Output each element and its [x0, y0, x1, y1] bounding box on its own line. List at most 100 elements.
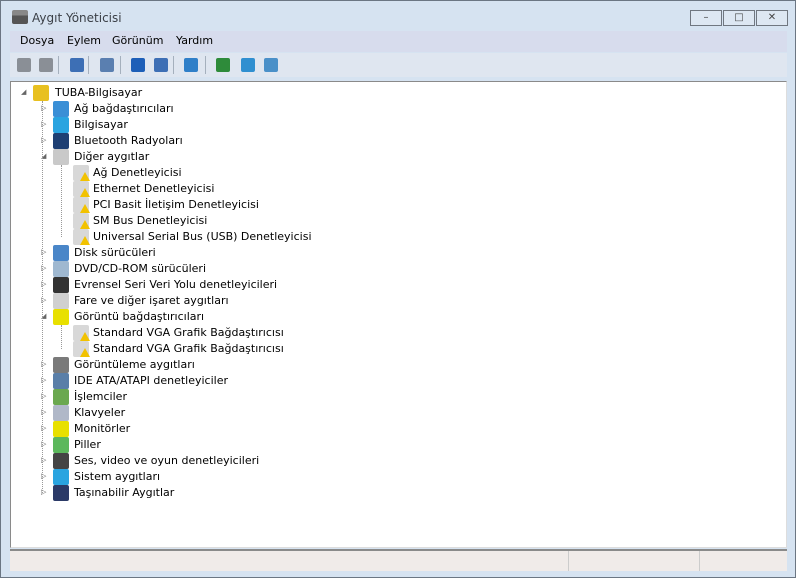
tree-item-label: Ethernet Denetleyicisi	[93, 182, 215, 195]
properties-icon	[100, 58, 114, 72]
tree-device[interactable]: Standard VGA Grafik Bağdaştırıcısı	[11, 341, 781, 357]
tree-device[interactable]: Ethernet Denetleyicisi	[11, 181, 781, 197]
tree-item-label: Görüntüleme aygıtları	[74, 358, 195, 371]
minimize-button[interactable]: –	[690, 10, 722, 26]
tree-item-label: Bluetooth Radyoları	[74, 134, 183, 147]
tree-item-label: Görüntü bağdaştırıcıları	[74, 310, 205, 323]
tree-category[interactable]: ▷ Görüntüleme aygıtları	[11, 357, 781, 373]
warning-device-icon	[73, 165, 90, 181]
close-button[interactable]: ✕	[756, 10, 788, 26]
tree-category[interactable]: ▷ Ağ bağdaştırıcıları	[11, 101, 781, 117]
update-driver-icon	[216, 58, 230, 72]
status-bar	[10, 549, 787, 571]
tree-category[interactable]: ◢ Diğer aygıtlar	[11, 149, 781, 165]
tree-item-label: IDE ATA/ATAPI denetleyiciler	[74, 374, 229, 387]
tree-category[interactable]: ▷ Bluetooth Radyoları	[11, 133, 781, 149]
window-title: Aygıt Yöneticisi	[32, 11, 122, 25]
tree-item-label: Bilgisayar	[74, 118, 128, 131]
device-manager-window: Aygıt Yöneticisi – □ ✕ Dosya Eylem Görün…	[0, 0, 796, 578]
disable-device-button[interactable]	[239, 56, 257, 74]
tree-category[interactable]: ▷ Sistem aygıtları	[11, 469, 781, 485]
menu-gorunum[interactable]: Görünüm	[112, 34, 163, 47]
tree-item-label: DVD/CD-ROM sürücüleri	[74, 262, 207, 275]
tree-category[interactable]: ▷ Monitörler	[11, 421, 781, 437]
tree-category[interactable]: ▷ Taşınabilir Aygıtlar	[11, 485, 781, 501]
tree-device[interactable]: Universal Serial Bus (USB) Denetleyicisi	[11, 229, 781, 245]
properties-button[interactable]	[98, 56, 116, 74]
tree-item-label: Ağ bağdaştırıcıları	[74, 102, 174, 115]
system-devices-icon	[53, 469, 69, 485]
computer-icon	[53, 117, 69, 133]
tree-item-label: Fare ve diğer işaret aygıtları	[74, 294, 229, 307]
battery-icon	[53, 437, 69, 453]
tree-category[interactable]: ▷ Bilgisayar	[11, 117, 781, 133]
uninstall-device-icon	[264, 58, 278, 72]
tree-root[interactable]: ◢ TUBA-Bilgisayar	[11, 85, 781, 101]
help-icon	[131, 58, 145, 72]
tree-connector-line	[61, 165, 62, 237]
tree-device[interactable]: PCI Basit İletişim Denetleyicisi	[11, 197, 781, 213]
tree-category[interactable]: ▷ Fare ve diğer işaret aygıtları	[11, 293, 781, 309]
tree-category[interactable]: ▷ Klavyeler	[11, 405, 781, 421]
tree-category[interactable]: ▷ İşlemciler	[11, 389, 781, 405]
forward-icon	[39, 58, 53, 72]
tree-item-label: Disk sürücüleri	[74, 246, 156, 259]
network-adapter-icon	[53, 101, 69, 117]
collapse-arrow-icon[interactable]: ◢	[21, 88, 26, 96]
action-pane-icon	[154, 58, 168, 72]
action-pane-button[interactable]	[152, 56, 170, 74]
tree-device[interactable]: Standard VGA Grafik Bağdaştırıcısı	[11, 325, 781, 341]
forward-button[interactable]	[37, 56, 55, 74]
tree-connector-line	[42, 101, 43, 493]
warning-device-icon	[73, 181, 90, 197]
maximize-button[interactable]: □	[723, 10, 755, 26]
display-adapter-icon	[53, 309, 69, 325]
tree-item-label: Standard VGA Grafik Bağdaştırıcısı	[93, 326, 284, 339]
toolbar-separator	[88, 56, 89, 74]
toolbar	[10, 53, 787, 77]
other-devices-icon	[53, 149, 69, 165]
menu-dosya[interactable]: Dosya	[20, 34, 54, 47]
monitor-icon	[53, 421, 69, 437]
warning-icon	[80, 236, 90, 245]
warning-device-icon	[73, 213, 90, 229]
tree-item-label: Ses, video ve oyun denetleyicileri	[74, 454, 260, 467]
tree-item-label: PCI Basit İletişim Denetleyicisi	[93, 198, 259, 211]
tree-category[interactable]: ▷ Disk sürücüleri	[11, 245, 781, 261]
scan-hardware-icon	[184, 58, 198, 72]
tree-item-label: Klavyeler	[74, 406, 126, 419]
warning-icon	[80, 332, 90, 341]
warning-device-icon	[73, 325, 90, 341]
tree-category[interactable]: ▷ Evrensel Seri Veri Yolu denetleyicileri	[11, 277, 781, 293]
tree-item-label: Universal Serial Bus (USB) Denetleyicisi	[93, 230, 312, 243]
scan-hardware-button[interactable]	[182, 56, 200, 74]
tree-category[interactable]: ▷ IDE ATA/ATAPI denetleyiciler	[11, 373, 781, 389]
disable-device-icon	[241, 58, 255, 72]
menu-eylem[interactable]: Eylem	[67, 34, 101, 47]
tree-item-label: Taşınabilir Aygıtlar	[74, 486, 175, 499]
update-driver-button[interactable]	[214, 56, 232, 74]
dvd-drive-icon	[53, 261, 69, 277]
tree-item-label: Monitörler	[74, 422, 131, 435]
device-tree[interactable]: ◢ TUBA-Bilgisayar ▷ Ağ bağdaştırıcıları ▷ Bil…	[10, 81, 787, 548]
warning-device-icon	[73, 197, 90, 213]
tree-category[interactable]: ▷ Piller	[11, 437, 781, 453]
warning-icon	[80, 172, 90, 181]
tree-device[interactable]: SM Bus Denetleyicisi	[11, 213, 781, 229]
menu-yardim[interactable]: Yardım	[176, 34, 213, 47]
back-button[interactable]	[15, 56, 33, 74]
toolbar-separator	[58, 56, 59, 74]
disk-drive-icon	[53, 245, 69, 261]
uninstall-device-button[interactable]	[262, 56, 280, 74]
warning-device-icon	[73, 229, 90, 245]
tree-item-label: TUBA-Bilgisayar	[55, 86, 143, 99]
usb-icon	[53, 277, 69, 293]
tree-category[interactable]: ▷ DVD/CD-ROM sürücüleri	[11, 261, 781, 277]
tree-category[interactable]: ◢ Görüntü bağdaştırıcıları	[11, 309, 781, 325]
tree-device[interactable]: Ağ Denetleyicisi	[11, 165, 781, 181]
help-button[interactable]	[129, 56, 147, 74]
warning-icon	[80, 348, 90, 357]
tree-category[interactable]: ▷ Ses, video ve oyun denetleyicileri	[11, 453, 781, 469]
show-hide-console-tree-button[interactable]	[68, 56, 86, 74]
imaging-device-icon	[53, 357, 69, 373]
